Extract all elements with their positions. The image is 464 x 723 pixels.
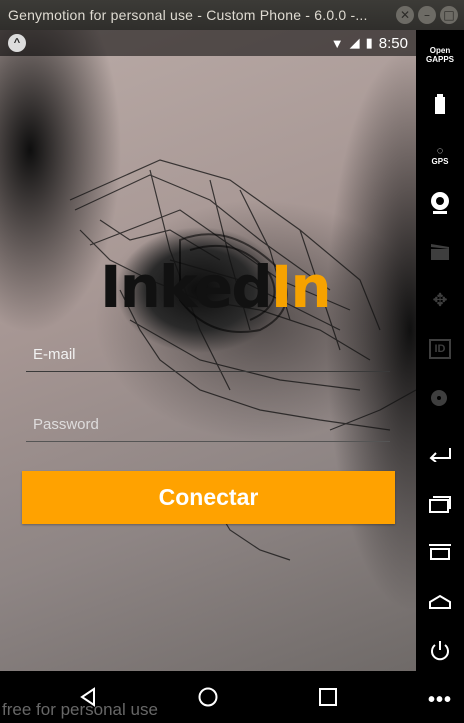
logo-text-accent: In [270,253,332,321]
android-notification-icon: ^ [8,34,26,52]
window-titlebar: Genymotion for personal use - Custom Pho… [0,0,464,30]
email-placeholder: E-mail [33,346,76,363]
id-label: ID [429,339,451,359]
opengapps-label-top: Open [429,46,451,55]
id-icon[interactable]: ID [416,337,464,361]
close-icon[interactable]: ✕ [396,6,414,24]
disk-icon[interactable] [416,386,464,410]
minimize-icon[interactable]: – [418,6,436,24]
watermark-text: free for personal use [2,700,158,719]
media-icon[interactable] [416,240,464,264]
phone-screen: ^ ▼ ◢ ▮ 8:50 InkedIn E-mail Password Con… [0,30,416,671]
battery-icon[interactable] [416,92,464,116]
emulator-side-panel: Open GAPPS ◌ GPS ✥ ID ••• [416,30,464,723]
signal-icon: ◢ [349,35,360,50]
home-icon[interactable] [416,590,464,614]
logo-text-primary: Inked [100,253,273,321]
status-time: 8:50 [378,34,408,52]
home-circle-icon[interactable] [188,681,228,713]
connect-button[interactable]: Conectar [22,471,395,524]
dpad-icon[interactable]: ✥ [416,288,464,312]
window-title: Genymotion for personal use - Custom Pho… [8,7,368,23]
password-field[interactable]: Password [26,408,390,442]
recents-square-icon[interactable] [308,681,348,713]
camera-icon[interactable] [416,190,464,216]
opengapps-icon[interactable]: Open GAPPS [416,44,464,66]
gps-label: GPS [431,156,449,166]
back-icon[interactable] [416,442,464,466]
gps-signal-icon: ◌ [436,144,444,157]
app-logo: InkedIn [100,252,332,322]
more-icon[interactable]: ••• [416,689,464,711]
maximize-icon[interactable]: □ [440,6,458,24]
menu-icon[interactable] [416,540,464,564]
status-bar: ^ ▼ ◢ ▮ 8:50 [0,30,416,56]
battery-icon: ▮ [365,35,373,50]
recent-apps-icon[interactable] [416,492,464,516]
power-icon[interactable] [416,638,464,664]
wifi-icon: ▼ [330,35,344,51]
password-placeholder: Password [33,416,99,433]
gps-icon[interactable]: ◌ GPS [416,142,464,168]
opengapps-label-bottom: GAPPS [425,55,454,64]
email-field[interactable]: E-mail [26,338,390,372]
